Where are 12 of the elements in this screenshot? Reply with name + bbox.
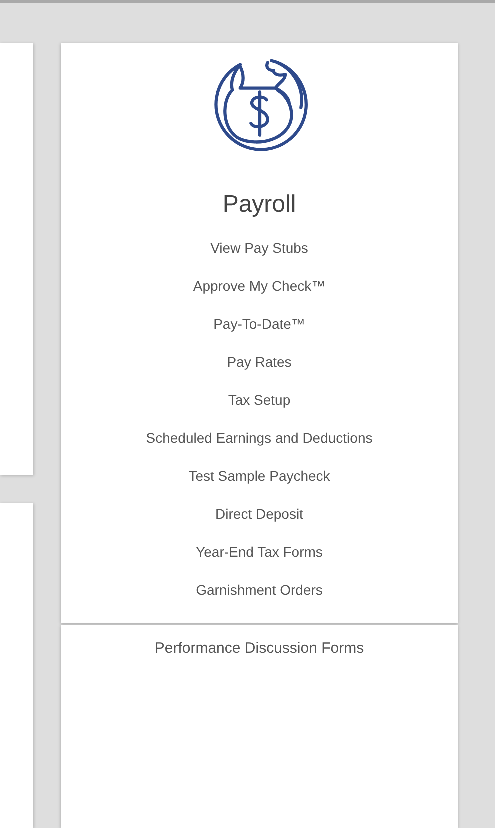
payroll-link[interactable]: Tax Setup bbox=[228, 381, 291, 419]
payroll-link[interactable]: Garnishment Orders bbox=[196, 571, 323, 609]
payroll-link[interactable]: Test Sample Paycheck bbox=[188, 457, 330, 495]
performance-link[interactable]: Performance Discussion Forms bbox=[154, 629, 364, 668]
payroll-link[interactable]: Year-End Tax Forms bbox=[196, 533, 323, 571]
payroll-link[interactable]: Scheduled Earnings and Deductions bbox=[146, 419, 373, 457]
payroll-link[interactable]: Approve My Check™ bbox=[193, 267, 326, 305]
payroll-link[interactable]: Pay-To-Date™ bbox=[214, 305, 306, 343]
card-title: Payroll bbox=[222, 191, 296, 219]
payroll-link[interactable]: Pay Rates bbox=[227, 343, 292, 381]
payroll-link[interactable]: Direct Deposit bbox=[216, 495, 304, 533]
payroll-link[interactable]: View Pay Stubs bbox=[210, 229, 308, 267]
